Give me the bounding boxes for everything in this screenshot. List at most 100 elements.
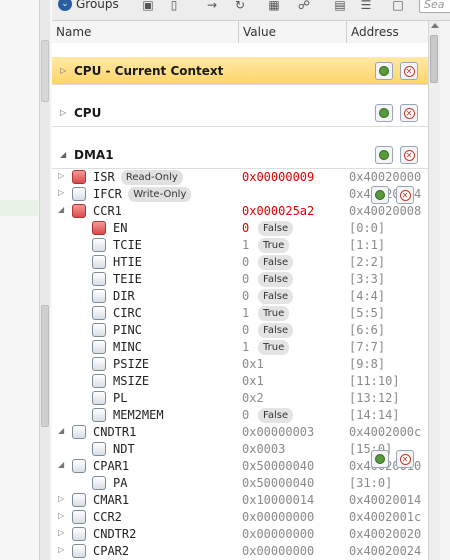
register-value[interactable]: 0 — [242, 289, 249, 303]
tree-scroll-thumb[interactable] — [430, 35, 438, 83]
register-row[interactable]: PINC 0 False [6:6] — [52, 322, 428, 339]
register-row[interactable]: ▷ CMAR1 0x10000014 0x40020014 — [52, 492, 428, 509]
zoom-icon[interactable] — [375, 62, 393, 80]
register-row[interactable]: ▷ CNDTR2 0x00000000 0x40020020 — [52, 526, 428, 543]
register-value[interactable]: 0x50000040 — [242, 459, 314, 473]
register-checkbox[interactable] — [92, 391, 106, 405]
register-value[interactable]: 1 — [242, 306, 249, 320]
register-value[interactable]: 0x00000003 — [242, 425, 314, 439]
eraser-icon[interactable]: ▯ — [166, 0, 182, 12]
register-checkbox[interactable] — [92, 408, 106, 422]
register-row[interactable]: MSIZE 0x1 [11:10] — [52, 373, 428, 390]
register-row[interactable]: MINC 1 True [7:7] — [52, 339, 428, 356]
zoom-icon[interactable] — [375, 104, 393, 122]
expand-arrow-icon[interactable]: ▷ — [58, 494, 64, 503]
list-icon[interactable]: ☰ — [358, 0, 374, 12]
register-row[interactable]: MEM2MEM 0 False [14:14] — [52, 407, 428, 424]
register-checkbox[interactable] — [92, 221, 106, 235]
register-row[interactable]: ▷ CCR2 0x00000000 0x4002001c — [52, 509, 428, 526]
register-value[interactable]: 0x1 — [242, 357, 264, 371]
register-row[interactable]: CIRC 1 True [5:5] — [52, 305, 428, 322]
register-row[interactable]: DIR 0 False [4:4] — [52, 288, 428, 305]
register-row[interactable]: ▷ CPAR2 0x00000000 0x40020024 — [52, 543, 428, 560]
tree-scrollbar[interactable] — [428, 21, 440, 560]
register-checkbox[interactable] — [92, 340, 106, 354]
register-row[interactable]: HTIE 0 False [2:2] — [52, 254, 428, 271]
zoom-icon[interactable] — [371, 450, 389, 468]
register-checkbox[interactable] — [92, 357, 106, 371]
register-checkbox[interactable] — [92, 306, 106, 320]
zoom-icon[interactable] — [375, 146, 393, 164]
arrow-right-icon[interactable]: → — [204, 0, 220, 12]
register-value[interactable]: 0x00000000 — [242, 527, 314, 541]
register-row[interactable]: PSIZE 0x1 [9:8] — [52, 356, 428, 373]
collapse-arrow-icon[interactable]: ◢ — [60, 150, 66, 159]
register-row[interactable]: TEIE 0 False [3:3] — [52, 271, 428, 288]
group-row[interactable]: ◢ DMA1 ✕ — [52, 141, 428, 169]
register-checkbox[interactable] — [92, 374, 106, 388]
register-value[interactable]: 1 — [242, 238, 249, 252]
column-value[interactable]: Value — [239, 21, 346, 43]
register-value[interactable]: 0x0003 — [242, 442, 285, 456]
close-icon[interactable]: ✕ — [400, 62, 418, 80]
register-checkbox[interactable] — [72, 510, 86, 524]
group-row[interactable]: ▷ CPU - Current Context ✕ — [52, 57, 428, 85]
collapse-arrow-icon[interactable]: ◢ — [58, 426, 64, 435]
register-value[interactable]: 0 — [242, 408, 249, 422]
close-icon[interactable]: ✕ — [400, 146, 418, 164]
register-row[interactable]: ◢ CNDTR1 0x00000003 0x4002000c — [52, 424, 428, 441]
collapse-arrow-icon[interactable]: ◢ — [58, 460, 64, 469]
register-value[interactable]: 0x10000014 — [242, 493, 314, 507]
register-value[interactable]: 0x00000000 — [242, 544, 314, 558]
close-icon[interactable]: ✕ — [400, 104, 418, 122]
document-icon[interactable]: □ — [390, 0, 406, 12]
register-row[interactable]: PL 0x2 [13:12] — [52, 390, 428, 407]
register-value[interactable]: 0x2 — [242, 391, 264, 405]
expand-arrow-icon[interactable]: ▷ — [60, 66, 66, 75]
register-checkbox[interactable] — [92, 323, 106, 337]
register-checkbox[interactable] — [72, 204, 86, 218]
expand-arrow-icon[interactable]: ▷ — [58, 188, 64, 197]
column-address[interactable]: Address — [347, 21, 428, 43]
expand-arrow-icon[interactable]: ▷ — [58, 528, 64, 537]
left-scroll-thumb-top[interactable] — [41, 40, 49, 102]
register-value[interactable]: 0 — [242, 221, 249, 235]
register-checkbox[interactable] — [72, 459, 86, 473]
export-icon[interactable]: ▤ — [332, 0, 348, 12]
refresh-icon[interactable]: ↻ — [232, 0, 248, 12]
register-value[interactable]: 1 — [242, 340, 249, 354]
register-value[interactable]: 0 — [242, 272, 249, 286]
grid-icon[interactable]: ▦ — [266, 0, 282, 12]
group-row[interactable]: ▷ CPU ✕ — [52, 99, 428, 127]
register-checkbox[interactable] — [92, 476, 106, 490]
close-icon[interactable]: ✕ — [396, 450, 414, 468]
tree-icon[interactable]: ☍ — [296, 0, 312, 12]
register-row[interactable]: EN 0 False [0:0] — [52, 220, 428, 237]
column-name[interactable]: Name — [52, 21, 238, 43]
register-value[interactable]: 0x1 — [242, 374, 264, 388]
register-value[interactable]: 0 — [242, 323, 249, 337]
register-value[interactable]: 0x00000000 — [242, 510, 314, 524]
close-icon[interactable]: ✕ — [396, 186, 414, 204]
register-checkbox[interactable] — [92, 272, 106, 286]
register-checkbox[interactable] — [72, 170, 86, 184]
expand-arrow-icon[interactable]: ▷ — [58, 545, 64, 554]
expand-arrow-icon[interactable]: ▷ — [58, 171, 64, 180]
groups-button[interactable]: ⌄ Groups — [58, 0, 119, 11]
register-checkbox[interactable] — [72, 544, 86, 558]
register-checkbox[interactable] — [92, 255, 106, 269]
expand-arrow-icon[interactable]: ▷ — [58, 511, 64, 520]
zoom-icon[interactable] — [371, 186, 389, 204]
collapse-arrow-icon[interactable]: ◢ — [58, 205, 64, 214]
expand-arrow-icon[interactable]: ▷ — [60, 108, 66, 117]
left-scroll-thumb[interactable] — [41, 305, 49, 427]
register-value[interactable]: 0x00000009 — [242, 170, 314, 184]
chip-icon[interactable]: ▣ — [140, 0, 156, 12]
register-checkbox[interactable] — [72, 187, 86, 201]
register-value[interactable]: 0x50000040 — [242, 476, 314, 490]
register-checkbox[interactable] — [72, 425, 86, 439]
register-value[interactable]: 0x000025a2 — [242, 204, 314, 218]
register-checkbox[interactable] — [92, 238, 106, 252]
register-checkbox[interactable] — [72, 527, 86, 541]
register-row[interactable]: TCIE 1 True [1:1] — [52, 237, 428, 254]
